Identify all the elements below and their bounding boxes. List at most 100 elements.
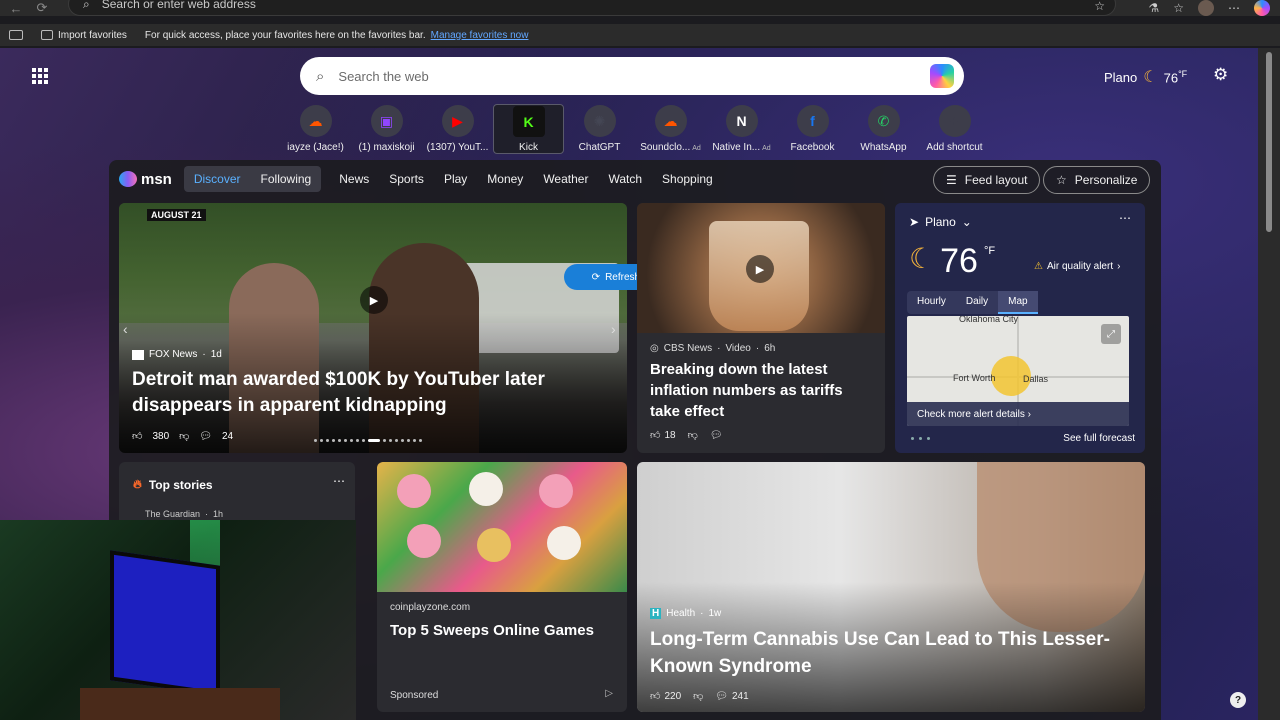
chevron-right-icon[interactable]: › xyxy=(611,321,616,337)
copilot-icon[interactable] xyxy=(1254,0,1270,16)
sliders-icon: ☰ xyxy=(946,173,957,187)
like-icon[interactable]: 👍︎ xyxy=(650,429,660,441)
tab-following[interactable]: Following xyxy=(250,166,322,192)
shortcut-facebook[interactable]: f Facebook xyxy=(777,104,848,154)
copilot-icon[interactable] xyxy=(930,64,954,88)
shortcut-plus[interactable]: + Add shortcut xyxy=(919,104,990,154)
ad-choices-icon[interactable]: ▷ xyxy=(605,688,613,699)
refresh-icon[interactable]: ⟳ xyxy=(32,0,52,16)
play-icon[interactable]: ▶ xyxy=(746,255,774,283)
favorite-star-icon[interactable]: ☆ xyxy=(1094,0,1105,13)
tab-hourly[interactable]: Hourly xyxy=(907,291,956,314)
manage-favorites-link[interactable]: Manage favorites now xyxy=(431,30,529,41)
apps-launcher-icon[interactable] xyxy=(32,68,48,84)
shortcut-label-row: (1) maxiskoji xyxy=(358,137,414,153)
weather-location[interactable]: ➤ Plano ⌄ xyxy=(909,215,972,229)
weather-card[interactable]: ➤ Plano ⌄ ⋯ ☾ 76 °F ⚠ Air quality alert … xyxy=(895,203,1145,453)
tab-watch[interactable]: Watch xyxy=(598,166,652,192)
scrollbar-thumb[interactable] xyxy=(1266,52,1272,232)
soundcloud-icon-glyph: ☁ xyxy=(308,112,323,129)
tab-sports[interactable]: Sports xyxy=(379,166,434,192)
weather-map[interactable]: Oklahoma City Fort Worth Dallas ⤢ Check … xyxy=(907,316,1129,426)
tab-money[interactable]: Money xyxy=(477,166,533,192)
shortcut-label-row: Soundclo... Ad xyxy=(640,137,701,153)
chatgpt-icon-glyph: ✺ xyxy=(593,112,606,129)
like-icon[interactable]: 👍︎ xyxy=(132,430,142,442)
msn-logo[interactable]: msn xyxy=(119,171,172,188)
location-arrow-icon: ➤ xyxy=(909,215,920,229)
shortcut-label: ChatGPT xyxy=(578,142,621,153)
tab-discover[interactable]: Discover xyxy=(183,166,251,192)
tab-news[interactable]: News xyxy=(329,166,379,192)
more-options-icon[interactable]: ⋯ xyxy=(1119,211,1131,225)
settings-gear-icon[interactable]: ⚙ xyxy=(1213,65,1228,85)
see-full-forecast-link[interactable]: See full forecast xyxy=(1063,433,1135,444)
moon-icon: ☾ xyxy=(1143,69,1158,86)
card2-likes: 18 xyxy=(664,429,676,441)
dislike-icon[interactable]: 👎︎ xyxy=(179,430,189,442)
favorites-bar: Import favorites For quick access, place… xyxy=(0,24,1280,46)
shortcut-label: Native In... xyxy=(712,142,761,153)
weather-widget-top[interactable]: Plano ☾ 76°F xyxy=(1104,67,1187,87)
help-icon[interactable]: ? xyxy=(1230,692,1246,708)
more-menu-icon[interactable]: ⋯ xyxy=(1228,1,1240,15)
import-favorites-button[interactable]: Import favorites xyxy=(41,30,127,41)
story-card-cannabis[interactable]: H Health · 1w Long-Term Cannabis Use Can… xyxy=(637,462,1145,712)
back-icon[interactable]: ← xyxy=(6,0,26,16)
shortcut-soundcloud[interactable]: ☁ iayze (Jace!) xyxy=(280,104,351,154)
tab-shopping[interactable]: Shopping xyxy=(652,166,723,192)
shortcut-label: Soundclo... xyxy=(640,142,691,153)
chevron-right-icon: › xyxy=(1117,261,1121,272)
card4-title[interactable]: Long-Term Cannabis Use Can Lead to This … xyxy=(650,626,1120,680)
card2-kind: Video xyxy=(725,343,751,354)
separator-dot: · xyxy=(755,343,760,354)
profile-avatar[interactable] xyxy=(1198,0,1214,16)
personalize-button[interactable]: ☆ Personalize xyxy=(1043,166,1151,194)
shortcut-chatgpt[interactable]: ✺ ChatGPT xyxy=(564,104,635,154)
sponsored-label: Sponsored xyxy=(390,690,439,701)
shortcut-twitch[interactable]: ▣ (1) maxiskoji xyxy=(351,104,422,154)
comment-icon[interactable]: 💬︎ xyxy=(710,430,723,441)
shortcut-whatsapp[interactable]: ✆ WhatsApp xyxy=(848,104,919,154)
weather-temp: 76 xyxy=(1163,70,1179,86)
shortcut-youtube[interactable]: ▶ (1307) YouT... xyxy=(422,104,493,154)
comment-icon[interactable]: 💬︎ xyxy=(199,431,212,442)
tab-actions-icon[interactable] xyxy=(9,30,23,40)
shortcut-soundcloud[interactable]: ☁ Soundclo... Ad xyxy=(635,104,706,154)
weather-pagination[interactable] xyxy=(911,437,930,440)
weather-city: Plano xyxy=(1104,69,1138,85)
story-card-inflation[interactable]: ▶ ◎ CBS News · Video · 6h Breaking down … xyxy=(637,203,885,453)
separator-dot: · xyxy=(717,343,721,354)
hero-title[interactable]: Detroit man awarded $100K by YouTuber la… xyxy=(132,367,592,419)
tab-weather[interactable]: Weather xyxy=(533,166,598,192)
card2-title[interactable]: Breaking down the latest inflation numbe… xyxy=(650,359,875,422)
card2-age: 6h xyxy=(764,343,776,354)
more-options-icon[interactable]: ⋯ xyxy=(333,474,345,488)
tab-play[interactable]: Play xyxy=(434,166,477,192)
feed-layout-button[interactable]: ☰ Feed layout xyxy=(933,166,1041,194)
dislike-icon[interactable]: 👎︎ xyxy=(693,690,703,702)
hero-story-card[interactable]: AUGUST 21 ▶ ‹ › FOX News · 1d Detroit ma… xyxy=(119,203,627,453)
tab-daily[interactable]: Daily xyxy=(956,291,998,314)
favorites-icon[interactable]: ☆ xyxy=(1173,1,1184,15)
shortcut-label: (1307) YouT... xyxy=(426,142,489,153)
chevron-left-icon[interactable]: ‹ xyxy=(123,321,128,337)
sponsored-card[interactable]: coinplayzone.com Top 5 Sweeps Online Gam… xyxy=(377,462,627,712)
play-icon[interactable]: ▶ xyxy=(360,286,388,314)
shortcut-kick[interactable]: K Kick xyxy=(493,104,564,154)
web-search-box[interactable]: ⌕ Search the web xyxy=(300,57,964,95)
check-alert-details-link[interactable]: Check more alert details › xyxy=(907,402,1129,426)
weather-card-city: Plano xyxy=(925,215,956,229)
card3-title[interactable]: Top 5 Sweeps Online Games xyxy=(390,620,615,641)
air-quality-alert[interactable]: ⚠ Air quality alert › xyxy=(1034,261,1120,272)
page-scrollbar[interactable] xyxy=(1258,48,1280,720)
extensions-icon[interactable]: ⚗ xyxy=(1148,1,1159,15)
like-icon[interactable]: 👍︎ xyxy=(650,690,660,702)
shortcut-native-instruments[interactable]: N Native In... Ad xyxy=(706,104,777,154)
address-bar[interactable]: ⌕ Search or enter web address ☆ xyxy=(68,0,1116,16)
tab-map[interactable]: Map xyxy=(998,291,1038,314)
comment-icon[interactable]: 💬︎ xyxy=(715,691,728,702)
expand-icon[interactable]: ⤢ xyxy=(1101,324,1121,344)
dislike-icon[interactable]: 👎︎ xyxy=(688,429,698,441)
carousel-dots[interactable] xyxy=(314,439,422,442)
